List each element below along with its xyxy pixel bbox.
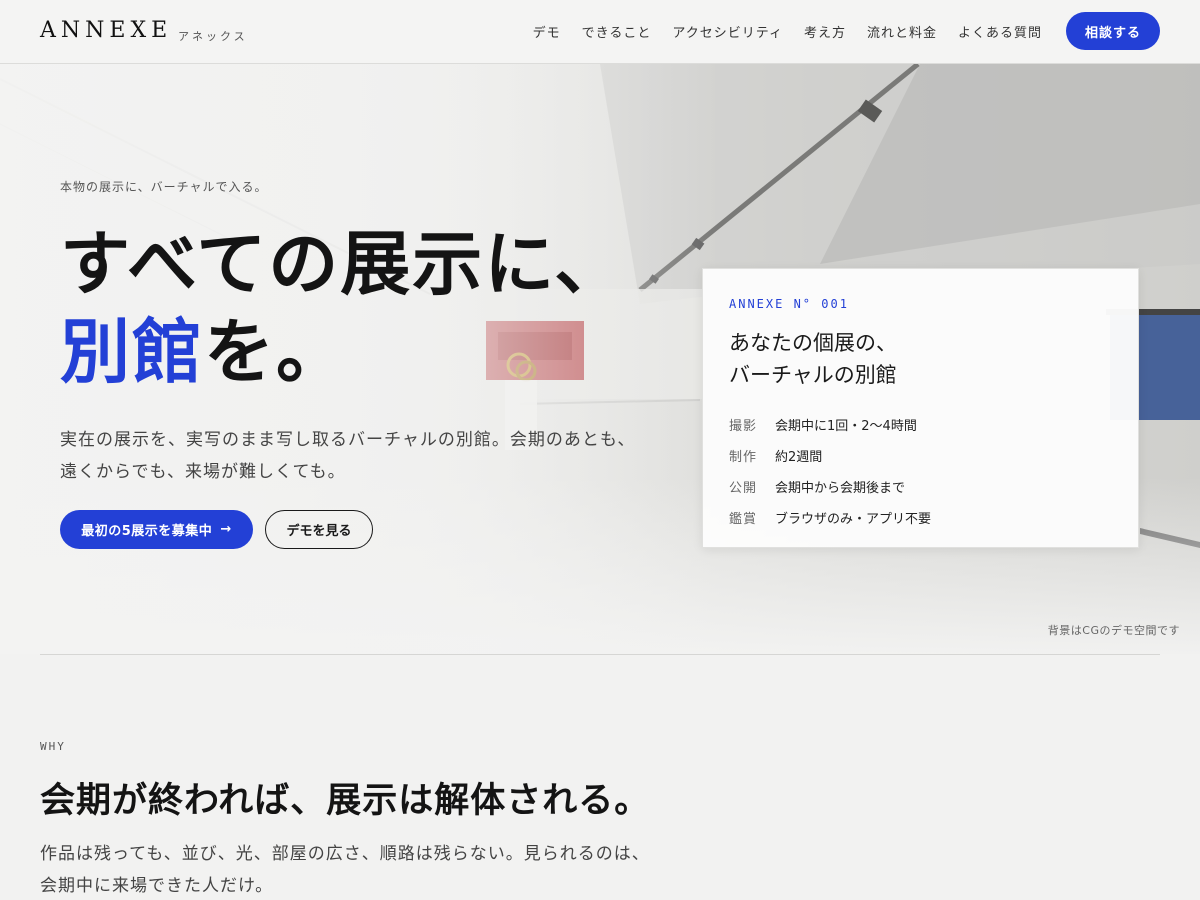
card-row-key: 制作 bbox=[729, 450, 758, 465]
headline-accent: 別館 bbox=[60, 310, 204, 393]
why-body: 作品は残っても、並び、光、部屋の広さ、順路は残らない。見られるのは、 会期中に来… bbox=[40, 838, 740, 900]
hero-lead: 実在の展示を、実写のまま写し取るバーチャルの別館。会期のあとも、 遠くからでも、… bbox=[60, 424, 680, 488]
card-row: 公開 会期中から会期後まで bbox=[729, 471, 931, 502]
card-row-value: 約2週間 bbox=[775, 450, 823, 465]
card-row-key: 鑑賞 bbox=[729, 512, 758, 527]
view-demo-button[interactable]: デモを見る bbox=[265, 510, 373, 549]
section-divider bbox=[40, 654, 1160, 655]
recruit-button-label: 最初の5展示を募集中 bbox=[81, 524, 213, 539]
headline-line1: すべての展示に、 bbox=[60, 222, 627, 305]
nav-accessibility[interactable]: アクセシビリティ bbox=[672, 22, 783, 41]
card-row: 制作 約2週間 bbox=[729, 440, 931, 471]
nav-features[interactable]: できること bbox=[582, 22, 652, 41]
card-row-value: 会期中から会期後まで bbox=[775, 481, 906, 496]
arrow-right-icon: → bbox=[220, 522, 232, 537]
recruit-button[interactable]: 最初の5展示を募集中 → bbox=[60, 510, 253, 549]
card-row: 撮影 会期中に1回・2〜4時間 bbox=[729, 409, 931, 440]
hero-section: 本物の展示に、バーチャルで入る。 すべての展示に、 別館を。 実在の展示を、実写… bbox=[0, 64, 1200, 654]
card-row: 鑑賞 ブラウザのみ・アプリ不要 bbox=[729, 502, 931, 533]
logo[interactable]: ANNEXE bbox=[40, 18, 172, 43]
headline-rest: を。 bbox=[204, 310, 348, 393]
nav-faq[interactable]: よくある質問 bbox=[958, 22, 1042, 41]
logo-kana: アネックス bbox=[178, 30, 248, 43]
hero-headline: すべての展示に、 別館を。 bbox=[60, 220, 626, 396]
card-title-line2: バーチャルの別館 bbox=[729, 363, 897, 387]
why-body-line1: 作品は残っても、並び、光、部屋の広さ、順路は残らない。見られるのは、 bbox=[40, 844, 650, 864]
card-details: 撮影 会期中に1回・2〜4時間 制作 約2週間 公開 会期中から会期後まで 鑑賞… bbox=[729, 409, 931, 533]
lead-line2: 遠くからでも、来場が難しくても。 bbox=[60, 462, 346, 482]
card-code: ANNEXE N° 001 bbox=[729, 297, 849, 311]
info-card: ANNEXE N° 001 あなたの個展の、 バーチャルの別館 撮影 会期中に1… bbox=[702, 268, 1139, 548]
why-title: 会期が終われば、展示は解体される。 bbox=[40, 780, 651, 821]
nav-demo[interactable]: デモ bbox=[533, 22, 561, 41]
card-row-key: 撮影 bbox=[729, 419, 758, 434]
main-nav: デモ できること アクセシビリティ 考え方 流れと料金 よくある質問 bbox=[533, 22, 1042, 41]
why-label: WHY bbox=[40, 740, 66, 753]
card-title: あなたの個展の、 バーチャルの別館 bbox=[729, 327, 1109, 391]
card-title-line1: あなたの個展の、 bbox=[729, 331, 897, 355]
card-row-value: 会期中に1回・2〜4時間 bbox=[775, 419, 917, 434]
nav-philosophy[interactable]: 考え方 bbox=[804, 22, 846, 41]
why-body-line2: 会期中に来場できた人だけ。 bbox=[40, 876, 274, 896]
site-header: ANNEXE アネックス デモ できること アクセシビリティ 考え方 流れと料金… bbox=[0, 0, 1200, 64]
background-note: 背景はCGのデモ空間です bbox=[1047, 624, 1180, 637]
nav-flow-pricing[interactable]: 流れと料金 bbox=[867, 22, 937, 41]
card-row-key: 公開 bbox=[729, 481, 758, 496]
lead-line1: 実在の展示を、実写のまま写し取るバーチャルの別館。会期のあとも、 bbox=[60, 430, 636, 450]
consult-button[interactable]: 相談する bbox=[1066, 12, 1160, 50]
card-row-value: ブラウザのみ・アプリ不要 bbox=[775, 512, 932, 527]
hero-eyebrow: 本物の展示に、バーチャルで入る。 bbox=[60, 180, 268, 194]
